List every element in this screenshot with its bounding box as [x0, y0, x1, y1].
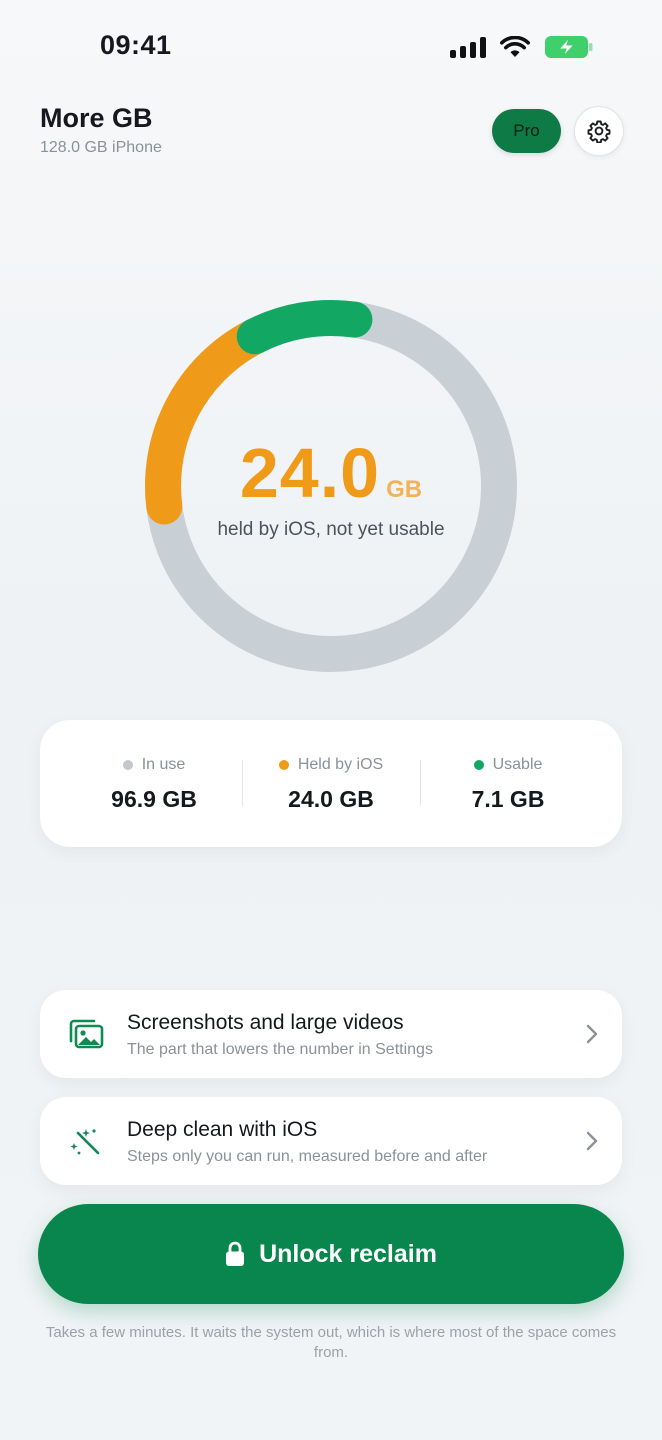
- screen: 09:41 More GB 128.0 GB iPhone Pro 24.0 G…: [0, 0, 662, 1440]
- chevron-right-icon: [586, 1024, 598, 1044]
- stat-held-by-ios: Held by iOS 24.0 GB: [243, 720, 419, 813]
- usable-dot: [473, 760, 484, 770]
- stat-label: Usable: [492, 756, 543, 773]
- held-unit: GB: [386, 476, 423, 503]
- deep-clean-row[interactable]: Deep clean with iOS Steps only you can r…: [40, 1097, 622, 1185]
- stat-label: Held by iOS: [297, 756, 384, 773]
- ring-usable-arc: [236, 299, 373, 355]
- footnote: Takes a few minutes. It waits the system…: [45, 1324, 617, 1361]
- chevron-right-icon: [586, 1131, 598, 1151]
- action-title: Deep clean with iOS: [127, 1118, 318, 1141]
- stat-usable: Usable 7.1 GB: [420, 720, 596, 813]
- stat-value: 96.9 GB: [111, 786, 197, 812]
- in-use-dot: [122, 760, 133, 770]
- action-subtitle: The part that lowers the number in Setti…: [127, 1041, 433, 1058]
- magic-wand-icon: [70, 1129, 100, 1155]
- stat-value: 7.1 GB: [471, 786, 545, 812]
- screenshots-videos-row[interactable]: Screenshots and large videos The part th…: [40, 990, 622, 1078]
- unlock-label: Unlock reclaim: [259, 1239, 437, 1268]
- held-amount: 24.0 GB: [0, 433, 662, 513]
- held-dot: [278, 760, 289, 770]
- storage-stats-card: In use 96.9 GB Held by iOS 24.0 GB Usabl…: [40, 720, 622, 847]
- photos-icon: [69, 1019, 104, 1049]
- storage-ring: [145, 299, 517, 672]
- lock-icon: [226, 1241, 245, 1266]
- unlock-reclaim-button[interactable]: Unlock reclaim: [38, 1204, 624, 1304]
- ring-caption: held by iOS, not yet usable: [217, 519, 445, 540]
- action-title: Screenshots and large videos: [127, 1011, 404, 1034]
- stat-label: In use: [141, 756, 186, 773]
- stat-in-use: In use 96.9 GB: [66, 720, 242, 813]
- stat-value: 24.0 GB: [288, 786, 374, 812]
- held-value: 24.0: [239, 434, 381, 512]
- action-subtitle: Steps only you can run, measured before …: [127, 1148, 488, 1165]
